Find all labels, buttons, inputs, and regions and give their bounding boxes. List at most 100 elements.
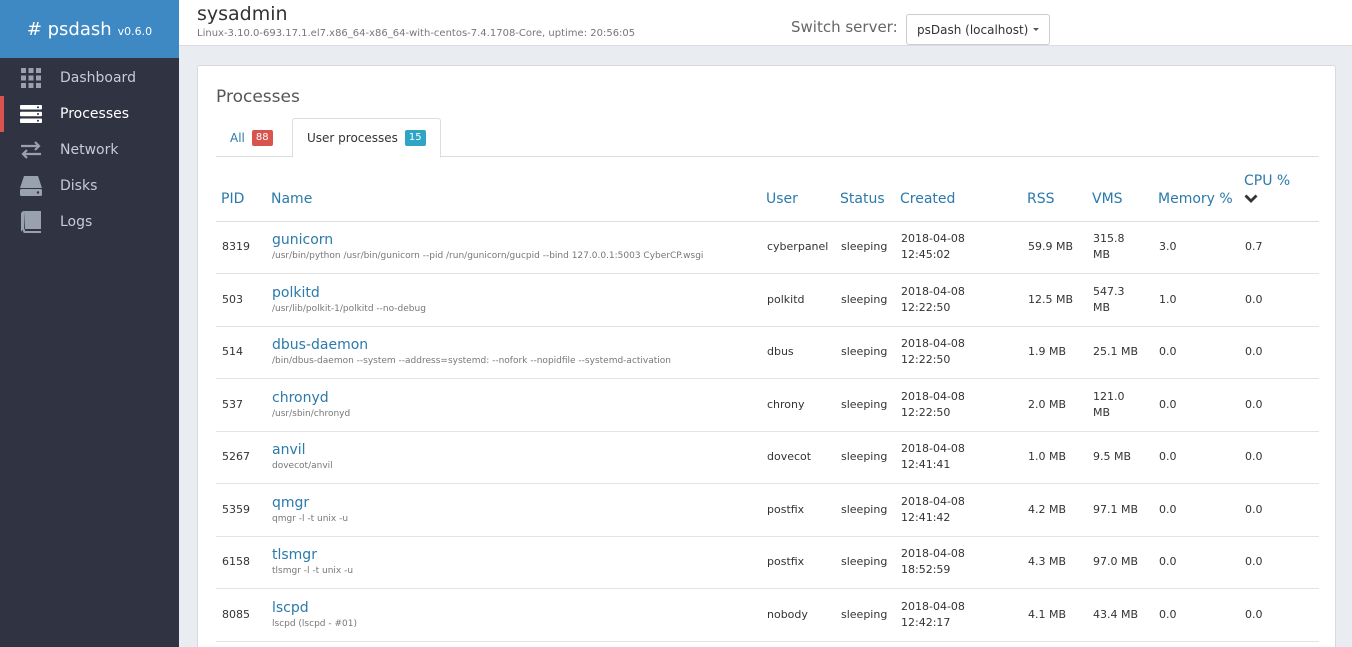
cell-memory: 0.0 (1153, 588, 1239, 642)
process-cmdline: lscpd (lscpd - #01) (272, 618, 357, 629)
process-cmdline: /usr/lib/polkit-1/polkitd --no-debug (272, 303, 426, 314)
table-row[interactable]: 6158 tlsmgr tlsmgr -l -t unix -u postfix sle… (216, 536, 1319, 589)
cell-rss: 2.0 MB (1022, 378, 1087, 432)
column-header-memory[interactable]: Memory % (1153, 158, 1239, 222)
switch-server-dropdown[interactable]: psDash (localhost) (906, 14, 1051, 45)
column-header-rss[interactable]: RSS (1022, 158, 1087, 222)
cell-name: gunicorn/usr/bin/python /usr/bin/gunicor… (266, 221, 761, 274)
cell-status: sleeping (835, 483, 895, 537)
created-time: 12:22:50 (901, 405, 951, 419)
cell-memory: 0.0 (1153, 431, 1239, 484)
table-row[interactable]: 5359 qmgr qmgr -l -t unix -u postfix sleepin… (216, 483, 1319, 537)
cell-name: qmgr qmgr -l -t unix -u (266, 483, 761, 537)
exchange-arrows-icon (20, 139, 42, 161)
tab-all[interactable]: All 88 (216, 118, 287, 157)
process-name-link[interactable]: dbus-daemon (272, 336, 755, 354)
created-date: 2018-04-08 (901, 599, 965, 613)
count-badge: 88 (251, 129, 273, 146)
cell-memory: 0.0 (1153, 378, 1239, 432)
process-name-link[interactable]: gunicorn (272, 231, 755, 249)
table-row[interactable]: 8085 lscpd lscpd (lscpd - #01) nobody sleepi… (216, 588, 1319, 642)
cell-rss: 4.3 MB (1022, 536, 1087, 589)
table-row[interactable]: 5267 anvil dovecot/anvil dovecot sleeping 201… (216, 431, 1319, 484)
vms-value: 315.8 (1093, 232, 1125, 246)
table-row[interactable]: 514 dbus-daemon/bin/dbus-daemon --system … (216, 326, 1319, 379)
sidebar-item-label: Logs (60, 214, 93, 230)
cell-vms: 9.5 MB (1087, 431, 1153, 484)
cell-vms: 25.1 MB (1087, 326, 1153, 379)
created-date: 2018-04-08 (901, 494, 965, 508)
tab-user-processes[interactable]: User processes 15 (292, 118, 441, 158)
cell-status: sleeping (835, 221, 895, 274)
created-date: 2018-04-08 (901, 232, 965, 246)
cell-created: 2018-04-08 12:22:50 (895, 378, 1022, 432)
column-header-name[interactable]: Name (266, 158, 761, 222)
cell-user: chrony (761, 378, 835, 432)
process-cmdline: qmgr -l -t unix -u (272, 513, 349, 524)
column-header-pid[interactable]: PID (216, 158, 266, 222)
column-header-cpu-label: CPU % (1244, 172, 1291, 189)
process-name-link[interactable]: anvil (272, 441, 755, 459)
hard-drive-icon (20, 175, 42, 197)
cell-created: 2018-04-08 12:22:50 (895, 273, 1022, 327)
cell-status: sleeping (835, 378, 895, 432)
cell-user: postfix (761, 483, 835, 537)
cell-pid: 5359 (216, 483, 266, 537)
top-header: sysadmin Linux-3.10.0-693.17.1.el7.x86_6… (179, 0, 1352, 46)
caret-down-icon (1033, 28, 1040, 31)
cell-user: dovecot (761, 431, 835, 484)
cell-vms: 43.4 MB (1087, 588, 1153, 642)
process-name-link[interactable]: lscpd (272, 599, 755, 617)
sidebar-item-disks[interactable]: Disks (0, 168, 179, 204)
cell-rss: 59.9 MB (1022, 221, 1087, 274)
brand-version: v0.6.0 (117, 24, 153, 38)
cell-pid: 537 (216, 378, 266, 432)
column-header-created[interactable]: Created (895, 158, 1022, 222)
brand-logo[interactable]: # psdash v0.6.0 (0, 0, 179, 58)
process-cmdline: /usr/sbin/chronyd (272, 408, 351, 419)
column-header-vms[interactable]: VMS (1087, 158, 1153, 222)
tab-label: User processes (307, 131, 398, 145)
cell-memory: 0.0 (1153, 483, 1239, 537)
process-name-link[interactable]: qmgr (272, 494, 755, 512)
process-tabs: All 88 User processes 15 (216, 118, 1319, 158)
vms-value: 97.1 MB (1093, 502, 1139, 516)
cell-status: sleeping (835, 431, 895, 484)
column-header-user[interactable]: User (761, 158, 835, 222)
cell-cpu: 0.0 (1239, 483, 1319, 537)
panel-title: Processes (216, 87, 300, 107)
cell-pid: 503 (216, 273, 266, 327)
dashboard-grid-icon (20, 67, 42, 89)
cell-user: polkitd (761, 273, 835, 327)
cell-vms: 547.3 MB (1087, 273, 1153, 327)
cell-status: sleeping (835, 588, 895, 642)
cell-pid: 6158 (216, 536, 266, 589)
table-row[interactable]: 537 chronyd/usr/sbin/chronyd chrony sleepin… (216, 378, 1319, 432)
cell-created: 2018-04-08 12:22:50 (895, 326, 1022, 379)
sidebar-item-network[interactable]: Network (0, 132, 179, 168)
process-name-link[interactable]: tlsmgr (272, 546, 755, 564)
sidebar-item-processes[interactable]: Processes (0, 96, 179, 132)
column-header-status[interactable]: Status (835, 158, 895, 222)
table-row[interactable]: 8319 gunicorn/usr/bin/python /usr/bin/gun… (216, 221, 1319, 274)
sidebar-item-logs[interactable]: Logs (0, 204, 179, 240)
sidebar: # psdash v0.6.0 Dashboard Processes Netw… (0, 0, 179, 647)
cell-rss: 4.1 MB (1022, 588, 1087, 642)
table-row[interactable]: 503 polkitd/usr/lib/polkit-1/polkitd --no… (216, 273, 1319, 327)
process-name-link[interactable]: chronyd (272, 389, 755, 407)
cell-name: chronyd/usr/sbin/chronyd (266, 378, 761, 432)
sidebar-nav: Dashboard Processes Network Disks Logs (0, 60, 179, 240)
tab-label: All (230, 130, 245, 145)
sidebar-item-dashboard[interactable]: Dashboard (0, 60, 179, 96)
cell-user: postfix (761, 536, 835, 589)
cell-cpu: 0.0 (1239, 536, 1319, 589)
sidebar-item-label: Disks (60, 178, 98, 194)
sidebar-item-label: Network (60, 142, 119, 158)
column-header-cpu[interactable]: CPU % (1239, 158, 1319, 222)
process-name-link[interactable]: polkitd (272, 284, 755, 302)
vms-value: 25.1 MB (1093, 345, 1139, 359)
cell-rss: 1.9 MB (1022, 326, 1087, 379)
created-time: 12:22:50 (901, 353, 951, 367)
cell-cpu: 0.0 (1239, 588, 1319, 642)
cell-memory: 0.0 (1153, 536, 1239, 589)
